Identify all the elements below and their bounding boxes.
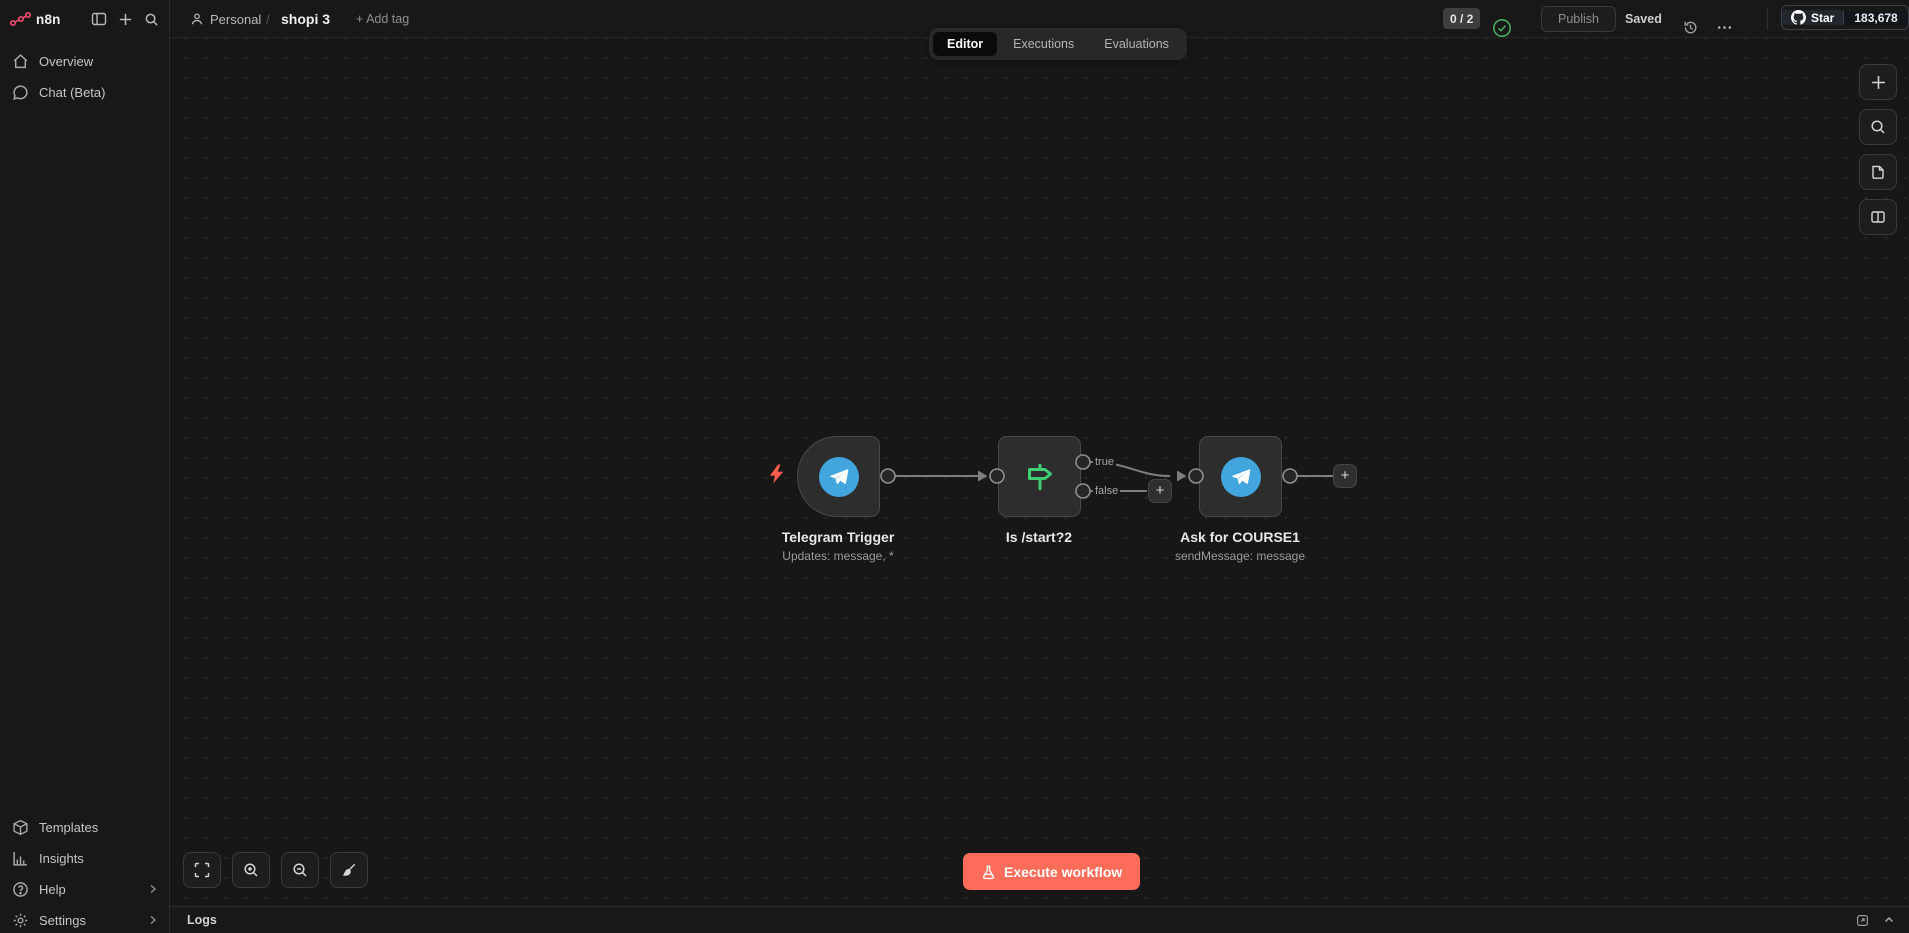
new-workflow-icon[interactable] [118,12,133,27]
tab-executions[interactable]: Executions [999,32,1088,56]
sidebar-item-insights[interactable]: Insights [0,843,170,873]
tab-evaluations[interactable]: Evaluations [1090,32,1183,56]
flask-icon [981,864,996,880]
add-tag-button[interactable]: + Add tag [356,0,409,38]
logs-title: Logs [187,913,217,927]
fit-view-button[interactable] [183,852,221,888]
telegram-icon [819,457,859,497]
sidebar-item-label: Settings [39,913,86,928]
tab-editor[interactable]: Editor [933,32,997,56]
sidebar: n8n Overview Chat (Beta) Tem [0,0,170,933]
n8n-app: n8n Overview Chat (Beta) Tem [0,0,1909,933]
workflow-status-check-icon [1492,9,1512,47]
sticky-note-button[interactable] [1859,154,1897,190]
publish-button[interactable]: Publish [1541,6,1616,32]
sidebar-item-templates[interactable]: Templates [0,812,170,842]
workflow-canvas[interactable]: Telegram Trigger Updates: message, * Is … [170,38,1909,906]
saved-status: Saved [1625,0,1662,38]
sidebar-item-label: Overview [39,54,93,69]
github-star-count: 183,678 [1843,11,1907,25]
github-icon [1791,10,1806,25]
add-node-button[interactable] [1859,64,1897,100]
zoom-in-button[interactable] [232,852,270,888]
toggle-panel-button[interactable] [1859,199,1897,235]
chevron-right-icon [148,884,158,894]
search-nodes-button[interactable] [1859,109,1897,145]
node-ask-course[interactable] [1199,436,1282,517]
search-icon[interactable] [144,12,159,27]
n8n-logo-icon [10,11,31,27]
telegram-icon [1221,457,1261,497]
node-label: Is /start?2 [929,529,1149,549]
github-star-label: Star [1811,11,1834,25]
tidy-up-button[interactable] [330,852,368,888]
breadcrumb-separator: / [266,0,270,38]
evaluation-progress-badge: 0 / 2 [1443,8,1480,29]
github-star-widget[interactable]: Star 183,678 [1781,5,1909,30]
sidebar-item-chat[interactable]: Chat (Beta) [0,77,170,107]
add-node-false-branch-button[interactable]: + [1148,479,1172,503]
version-history-icon[interactable] [1682,8,1699,46]
add-node-output-button[interactable]: + [1333,464,1357,488]
breadcrumb-project-label: Personal [210,12,261,27]
node-if-start[interactable] [998,436,1081,517]
node-label: Telegram Trigger Updates: message, * [728,529,948,563]
sidebar-item-overview[interactable]: Overview [0,46,170,76]
node-label: Ask for COURSE1 sendMessage: message [1130,529,1350,563]
signpost-icon [1022,459,1058,495]
pop-out-logs-icon[interactable] [1856,914,1869,927]
sidebar-item-help[interactable]: Help [0,874,170,904]
sidebar-logo-row: n8n [0,0,169,38]
sidebar-item-label: Insights [39,851,84,866]
sidebar-item-label: Help [39,882,66,897]
execute-workflow-button[interactable]: Execute workflow [963,853,1140,890]
sidebar-item-label: Chat (Beta) [39,85,105,100]
view-tabs: Editor Executions Evaluations [929,28,1187,60]
brand-name: n8n [36,12,61,27]
node-telegram-trigger[interactable] [797,436,880,517]
sidebar-toggle-icon[interactable] [91,11,107,27]
sidebar-item-settings[interactable]: Settings [0,905,170,933]
sidebar-item-label: Templates [39,820,98,835]
output-label-false: false [1093,485,1120,497]
logs-panel-header[interactable]: Logs [170,906,1909,933]
breadcrumb-project[interactable]: Personal [190,0,261,38]
execute-workflow-label: Execute workflow [1004,864,1122,880]
person-icon [190,12,204,26]
workflow-name[interactable]: shopi 3 [281,0,330,38]
output-label-true: true [1093,456,1116,468]
more-options-icon[interactable] [1716,8,1733,46]
trigger-bolt-icon [768,464,785,484]
header-divider [1767,8,1768,30]
expand-logs-icon[interactable] [1883,914,1895,926]
zoom-out-button[interactable] [281,852,319,888]
chevron-right-icon [148,915,158,925]
